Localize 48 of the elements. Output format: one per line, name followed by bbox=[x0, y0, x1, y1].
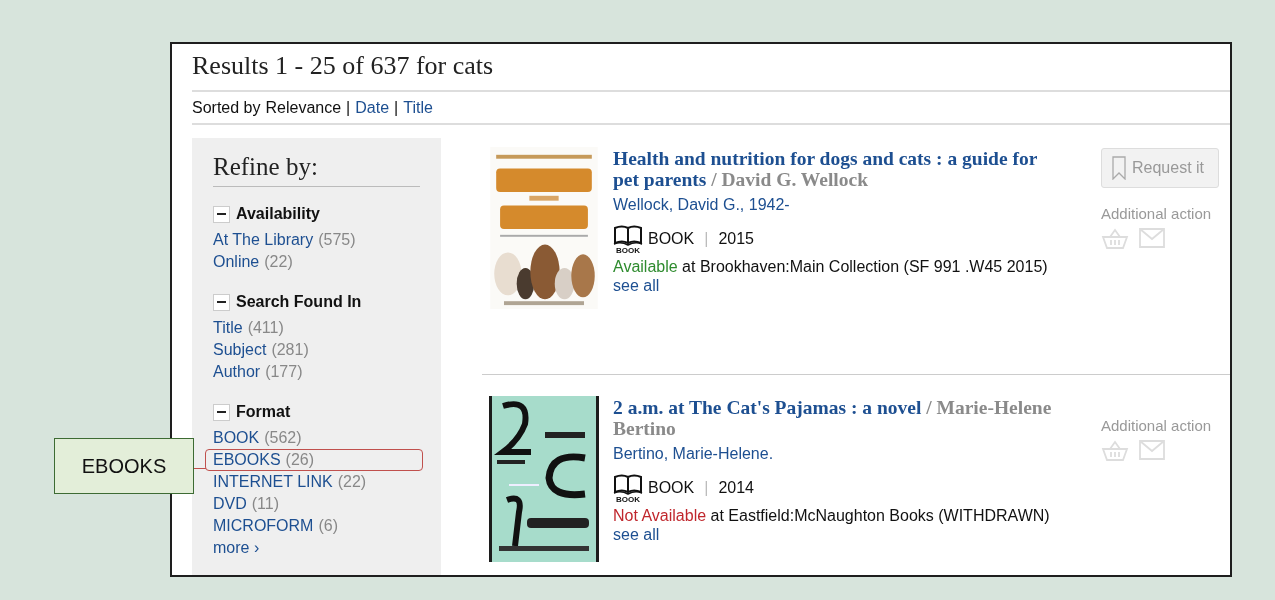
facet-link[interactable]: MICROFORM (6) bbox=[205, 515, 423, 537]
see-all-link[interactable]: see all bbox=[613, 525, 1083, 544]
sort-option[interactable]: Date bbox=[355, 95, 390, 120]
leader-line bbox=[194, 468, 206, 469]
mail-icon[interactable] bbox=[1139, 440, 1165, 460]
year-label: 2015 bbox=[718, 229, 754, 249]
basket-icon[interactable] bbox=[1101, 440, 1129, 462]
facet-link[interactable]: EBOOKS (26) bbox=[205, 449, 423, 471]
facet-group-heading: Search Found In bbox=[236, 292, 362, 312]
author-link[interactable]: Wellock, David G., 1942- bbox=[613, 193, 1083, 217]
mail-icon[interactable] bbox=[1139, 228, 1165, 248]
result-title[interactable]: 2 a.m. at The Cat's Pajamas : a novel / Marie-Helene Bertino bbox=[613, 396, 1053, 439]
facet-link[interactable]: Subject (281) bbox=[205, 339, 423, 361]
separator: | bbox=[704, 478, 709, 498]
sort-option[interactable]: Relevance bbox=[265, 95, 342, 120]
facet-link[interactable]: INTERNET LINK (22) bbox=[205, 471, 423, 493]
additional-actions-label: Additional action bbox=[1101, 416, 1212, 436]
facet-group-heading: Availability bbox=[236, 204, 320, 224]
facet-link[interactable]: At The Library (575) bbox=[205, 229, 423, 251]
facet-link[interactable]: Title (411) bbox=[205, 317, 423, 339]
year-label: 2014 bbox=[718, 478, 754, 498]
separator: | bbox=[346, 97, 351, 118]
refine-heading: Refine by: bbox=[213, 152, 319, 182]
facet-link[interactable]: Author (177) bbox=[205, 361, 423, 383]
separator: | bbox=[704, 229, 709, 249]
collapse-toggle[interactable] bbox=[213, 205, 230, 223]
facet-link[interactable]: Online (22) bbox=[205, 251, 423, 273]
format-label: BOOK bbox=[648, 229, 695, 249]
bookmark-icon bbox=[1112, 156, 1126, 180]
collapse-toggle[interactable] bbox=[213, 403, 230, 421]
sort-option[interactable]: Title bbox=[403, 95, 433, 120]
format-label: BOOK bbox=[648, 478, 695, 498]
callout-label: EBOOKS bbox=[54, 438, 194, 494]
collapse-toggle[interactable] bbox=[213, 293, 230, 311]
result-title[interactable]: Health and nutrition for dogs and cats : a guide for pet parents / David G. Wellock bbox=[613, 147, 1053, 190]
author-link[interactable]: Bertino, Marie-Helene. bbox=[613, 442, 1083, 466]
results-heading: Results 1 - 25 of 637 for cats bbox=[192, 50, 495, 82]
facet-link[interactable]: BOOK (562) bbox=[205, 427, 423, 449]
additional-actions-label: Additional action bbox=[1101, 204, 1213, 224]
more-link[interactable]: more › bbox=[213, 537, 420, 559]
see-all-link[interactable]: see all bbox=[613, 276, 1083, 295]
facet-group-heading: Format bbox=[236, 402, 291, 422]
basket-icon[interactable] bbox=[1101, 228, 1129, 250]
availability-text: Available at Brookhaven:Main Collection (SF 991 .W45 2015) bbox=[613, 257, 1049, 276]
facet-link[interactable]: DVD (11) bbox=[205, 493, 423, 515]
availability-text: Not Available at Eastfield:McNaughton Books (WITHDRAWN) bbox=[613, 506, 1051, 525]
sort-label: Sorted by bbox=[192, 97, 261, 118]
separator: | bbox=[394, 97, 399, 118]
